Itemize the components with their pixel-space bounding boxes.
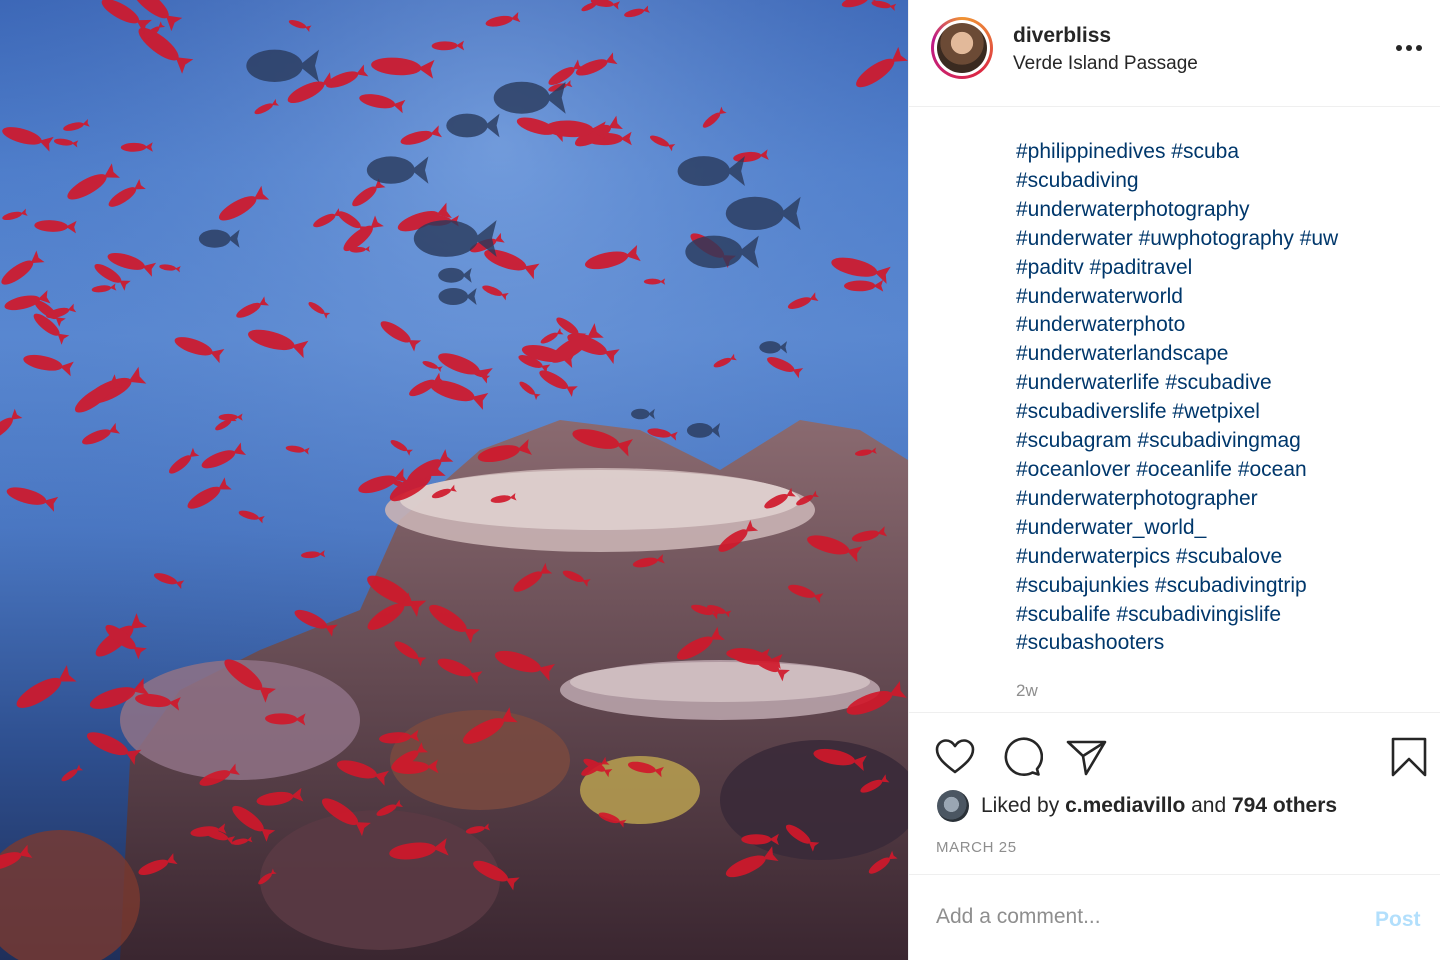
action-bar: Liked by c.mediavillo and 794 others MAR… [909, 712, 1440, 874]
caption-line[interactable]: #scubadiving [1016, 167, 1416, 196]
caption-line[interactable]: #scubagram #scubadivingmag [1016, 427, 1416, 456]
liker-username-link[interactable]: c.mediavillo [1065, 794, 1185, 817]
post-photo[interactable] [0, 0, 908, 960]
heart-icon[interactable] [933, 735, 977, 779]
profile-avatar[interactable] [931, 17, 993, 79]
likes-count-link[interactable]: 794 others [1232, 794, 1337, 817]
caption-line[interactable]: #underwater_world_ [1016, 514, 1416, 543]
location-link[interactable]: Verde Island Passage [1013, 53, 1198, 75]
bookmark-icon[interactable] [1387, 735, 1431, 779]
post-date[interactable]: MARCH 25 [936, 839, 1017, 856]
caption-line[interactable]: #underwater #uwphotography #uw [1016, 225, 1416, 254]
likes-middle: and [1185, 794, 1232, 817]
caption-line[interactable]: #underwaterphotographer [1016, 485, 1416, 514]
caption-line[interactable]: #underwaterlandscape [1016, 340, 1416, 369]
comment-input[interactable] [936, 905, 1336, 929]
caption-line[interactable]: #underwaterphotography [1016, 196, 1416, 225]
caption-line[interactable]: #underwaterworld [1016, 283, 1416, 312]
comment-bar: Post [909, 874, 1440, 960]
caption-line[interactable]: #underwaterlife #scubadive [1016, 369, 1416, 398]
caption-line[interactable]: #scubadiverslife #wetpixel [1016, 398, 1416, 427]
caption-line[interactable]: #scubajunkies #scubadivingtrip [1016, 572, 1416, 601]
ellipsis-icon[interactable] [1395, 36, 1425, 60]
post-header: diverbliss Verde Island Passage [909, 0, 1440, 107]
post-time-ago[interactable]: 2w [1016, 681, 1038, 701]
likes-text: Liked by c.mediavillo and 794 others [981, 794, 1337, 818]
caption-line[interactable]: #paditv #paditravel [1016, 254, 1416, 283]
caption-line[interactable]: #underwaterpics #scubalove [1016, 543, 1416, 572]
liker-avatar[interactable] [937, 790, 969, 822]
username-link[interactable]: diverbliss [1013, 24, 1111, 48]
caption-line[interactable]: #oceanlover #oceanlife #ocean [1016, 456, 1416, 485]
share-icon[interactable] [1065, 735, 1109, 779]
likes-prefix: Liked by [981, 794, 1066, 817]
reef-scene-illustration [0, 0, 908, 960]
likes-summary: Liked by c.mediavillo and 794 others [937, 790, 1337, 822]
caption-line[interactable]: #philippinedives #scuba [1016, 138, 1416, 167]
comment-icon[interactable] [999, 735, 1044, 779]
post-comment-button[interactable]: Post [1375, 908, 1421, 932]
post-caption: #philippinedives #scuba #scubadiving #un… [1016, 138, 1416, 658]
caption-line[interactable]: #scubashooters [1016, 629, 1416, 658]
post-side-panel: diverbliss Verde Island Passage #philipp… [908, 0, 1440, 960]
caption-line[interactable]: #underwaterphoto [1016, 311, 1416, 340]
caption-line[interactable]: #scubalife #scubadivingislife [1016, 601, 1416, 630]
